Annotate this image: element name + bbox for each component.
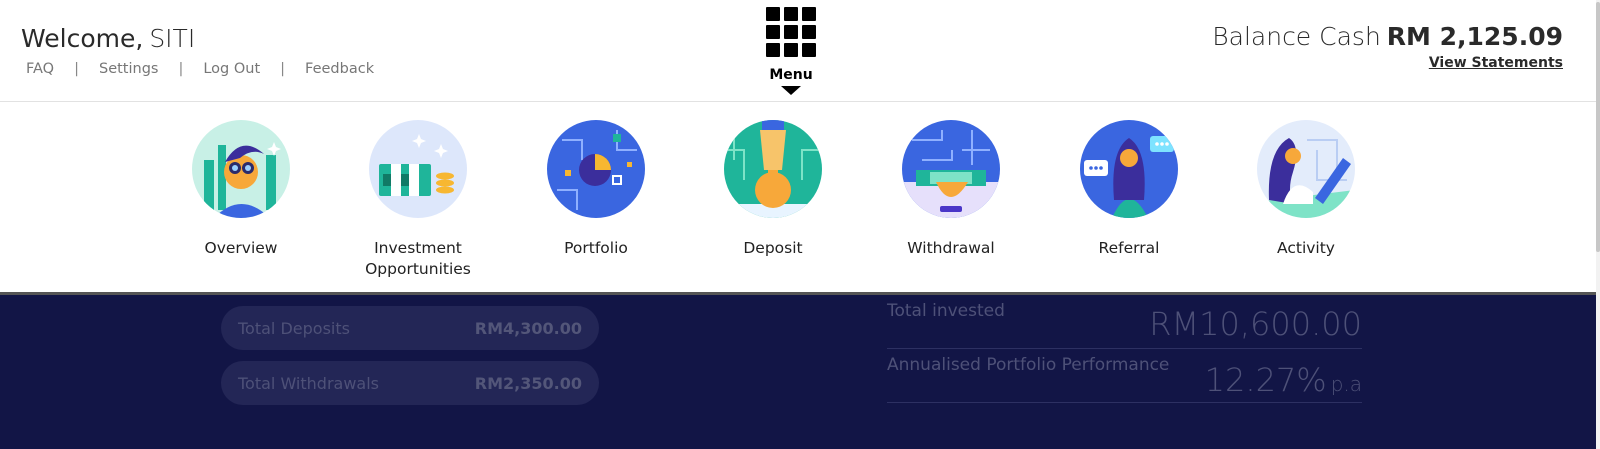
caret-down-icon: [781, 86, 801, 95]
page-scrollbar[interactable]: [1596, 0, 1600, 449]
menu-panel: Overview Investment Opportunities Portfo…: [0, 102, 1596, 295]
top-links: FAQ | Settings | Log Out | Feedback: [26, 61, 374, 77]
overview-icon: [192, 120, 290, 218]
top-header: Welcome, SITI FAQ | Settings | Log Out | …: [0, 0, 1600, 102]
total-deposits-value: RM4,300.00: [474, 318, 582, 338]
deposit-icon: [724, 120, 822, 218]
menu-item-label: Investment Opportunities: [365, 239, 471, 278]
menu-item-label: Overview: [204, 239, 278, 257]
menu-item-withdrawal[interactable]: Withdrawal: [871, 120, 1031, 259]
menu-label: Menu: [769, 67, 813, 83]
referral-icon: [1080, 120, 1178, 218]
welcome-label: Welcome,: [21, 24, 144, 53]
link-separator: |: [280, 61, 286, 77]
menu-item-label: Withdrawal: [907, 239, 995, 257]
portfolio-performance-stat: Annualised Portfolio Performance 12.27% p…: [887, 349, 1362, 403]
menu-item-overview[interactable]: Overview: [161, 120, 321, 259]
performance-value: 12.27%: [1204, 361, 1327, 399]
faq-link[interactable]: FAQ: [26, 61, 54, 77]
portfolio-icon: [547, 120, 645, 218]
menu-button[interactable]: Menu: [760, 5, 822, 97]
settings-link[interactable]: Settings: [99, 61, 158, 77]
dashboard-summary: Total Deposits RM4,300.00 Total Withdraw…: [0, 295, 1596, 449]
welcome-message: Welcome, SITI: [21, 24, 195, 53]
performance-label: Annualised Portfolio Performance: [887, 355, 1170, 375]
scrollbar-thumb[interactable]: [1596, 2, 1600, 252]
total-withdrawals-value: RM2,350.00: [474, 373, 582, 393]
menu-item-label: Activity: [1277, 239, 1335, 257]
logout-link[interactable]: Log Out: [203, 61, 260, 77]
menu-item-label: Portfolio: [564, 239, 628, 257]
performance-value-group: 12.27% p.a: [1205, 361, 1362, 399]
menu-item-portfolio[interactable]: Portfolio: [516, 120, 676, 259]
performance-unit: p.a: [1330, 372, 1362, 396]
menu-item-investment-opportunities[interactable]: Investment Opportunities: [338, 120, 498, 280]
menu-item-label: Deposit: [743, 239, 803, 257]
feedback-link[interactable]: Feedback: [305, 61, 374, 77]
total-withdrawals-label: Total Withdrawals: [238, 373, 379, 393]
total-invested-stat: Total invested RM10,600.00: [887, 295, 1362, 349]
balance-line: Balance Cash RM 2,125.09: [1212, 22, 1563, 51]
menu-item-deposit[interactable]: Deposit: [693, 120, 853, 259]
total-withdrawals-card: Total Withdrawals RM2,350.00: [221, 361, 599, 405]
total-deposits-label: Total Deposits: [238, 318, 350, 338]
grid-menu-icon: [766, 7, 816, 57]
menu-item-referral[interactable]: Referral: [1049, 120, 1209, 259]
activity-icon: [1257, 120, 1355, 218]
user-name: SITI: [149, 24, 196, 53]
total-invested-label: Total invested: [887, 301, 1005, 321]
balance-amount: RM 2,125.09: [1386, 22, 1563, 51]
link-separator: |: [74, 61, 79, 77]
menu-item-label: Referral: [1098, 239, 1160, 257]
view-statements-link[interactable]: View Statements: [1429, 55, 1563, 71]
total-invested-value: RM10,600.00: [1149, 305, 1362, 343]
withdrawal-icon: [902, 120, 1000, 218]
balance-label: Balance Cash: [1212, 22, 1381, 51]
investment-opportunities-icon: [369, 120, 467, 218]
menu-item-activity[interactable]: Activity: [1226, 120, 1386, 259]
balance-cash: Balance Cash RM 2,125.09 View Statements: [1212, 22, 1563, 71]
link-separator: |: [178, 61, 184, 77]
total-deposits-card: Total Deposits RM4,300.00: [221, 306, 599, 350]
